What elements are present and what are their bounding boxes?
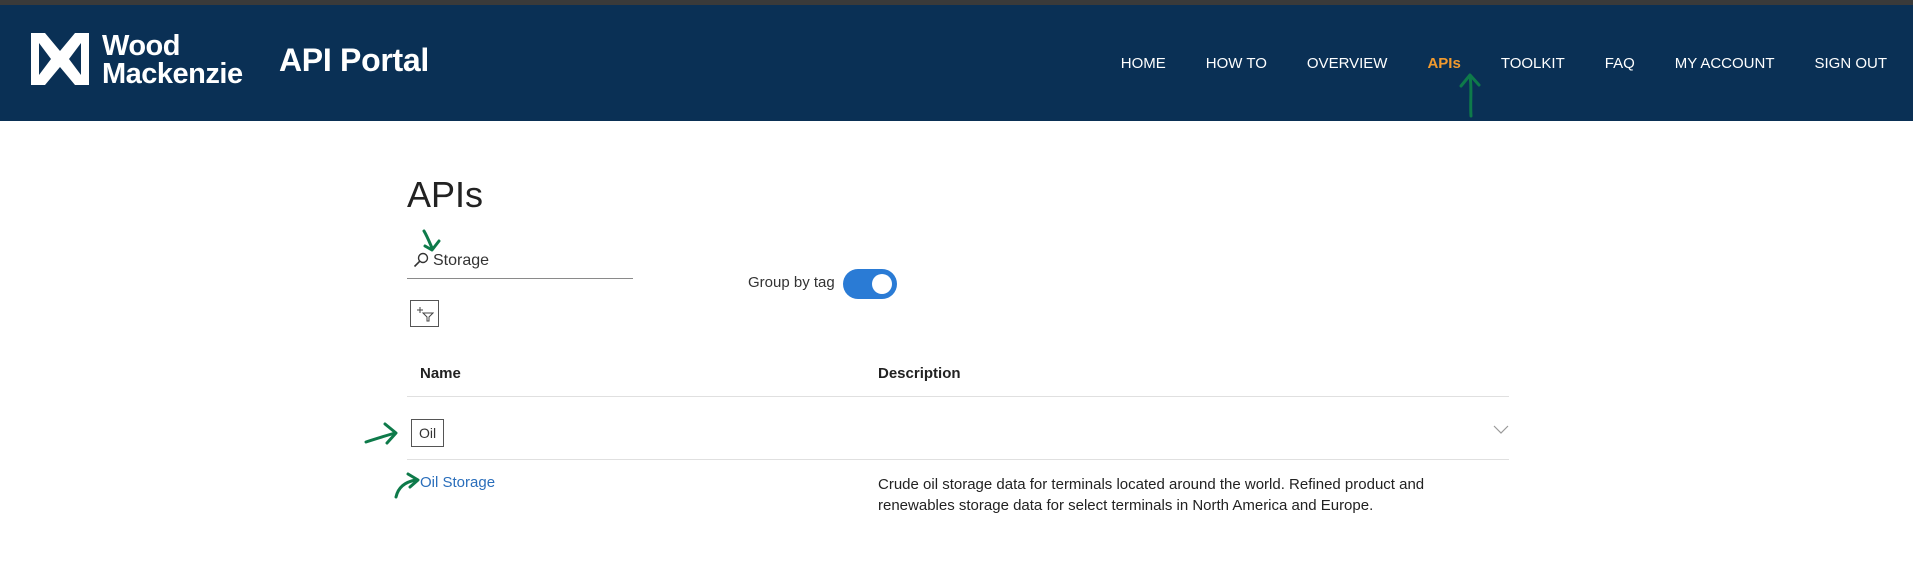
nav-home[interactable]: HOME [1121,55,1166,72]
column-header-description: Description [878,365,961,382]
main-nav: HOME HOW TO OVERVIEW APIs TOOLKIT FAQ MY… [1101,55,1907,72]
nav-my-account[interactable]: MY ACCOUNT [1675,55,1775,72]
column-header-name[interactable]: Name [420,365,461,382]
add-filter-icon [417,307,434,322]
annotation-arrow-down-icon [422,229,441,252]
tag-group-oil[interactable]: Oil [411,419,445,447]
nav-how-to[interactable]: HOW TO [1206,55,1267,72]
site-header: Wood Mackenzie API Portal HOME HOW TO OV… [0,5,1913,121]
nav-overview[interactable]: OVERVIEW [1307,55,1388,72]
nav-faq[interactable]: FAQ [1605,55,1635,72]
annotation-arrow-up-icon [1459,73,1481,118]
nav-sign-out[interactable]: SIGN OUT [1814,55,1887,72]
page-title: APIs [407,174,484,215]
annotation-arrow-right-icon [394,472,420,499]
nav-toolkit[interactable]: TOOLKIT [1501,55,1565,72]
brand-name[interactable]: Wood Mackenzie [102,30,243,90]
brand-name-line2: Mackenzie [102,58,243,90]
table-divider [407,396,1509,397]
wood-mackenzie-logo-icon[interactable] [31,33,89,85]
table-divider [407,459,1509,460]
portal-title: API Portal [279,42,429,78]
chevron-down-icon[interactable] [1493,425,1509,435]
add-filter-button[interactable] [410,300,439,327]
api-description: Crude oil storage data for terminals loc… [878,476,1425,514]
brand-name-line1: Wood [102,30,180,62]
search-input[interactable] [433,247,629,275]
group-by-tag-toggle[interactable] [843,269,897,299]
toggle-knob [872,274,892,294]
search-icon [413,252,429,268]
api-link-oil-storage[interactable]: Oil Storage [420,474,495,491]
group-by-tag-label: Group by tag [748,274,835,291]
annotation-arrow-right-icon [364,422,398,445]
